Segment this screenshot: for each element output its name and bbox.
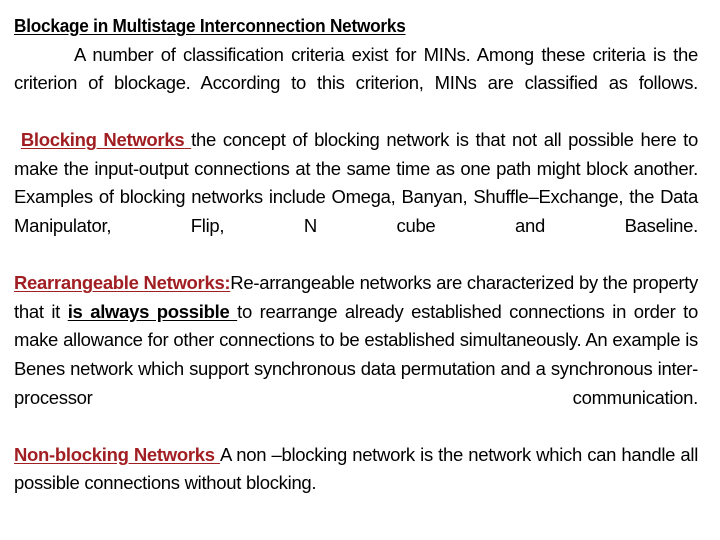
- heading-rearrangeable-networks: Rearrangeable Networks:: [14, 272, 231, 294]
- heading-non-blocking-networks: Non-blocking Networks: [14, 443, 220, 465]
- paragraph-rearrangeable: Rearrangeable Networks:Re-arrangeable ne…: [14, 269, 698, 441]
- page-title: Blockage in Multistage Interconnection N…: [14, 15, 406, 36]
- heading-blocking-networks: Blocking Networks: [20, 129, 185, 151]
- text-body: Blockage in Multistage Interconnection N…: [14, 12, 698, 498]
- paragraph-nonblocking: Non-blocking Networks A non –blocking ne…: [14, 441, 698, 498]
- paragraph-blocking: Blocking Networks the concept of blockin…: [14, 126, 698, 269]
- emphasis-is-always-possible: is always possible: [67, 300, 238, 322]
- slide-canvas: Blockage in Multistage Interconnection N…: [0, 0, 720, 540]
- paragraph-intro-text: A number of classification criteria exis…: [14, 43, 698, 94]
- paragraph-intro: A number of classification criteria exis…: [14, 41, 698, 127]
